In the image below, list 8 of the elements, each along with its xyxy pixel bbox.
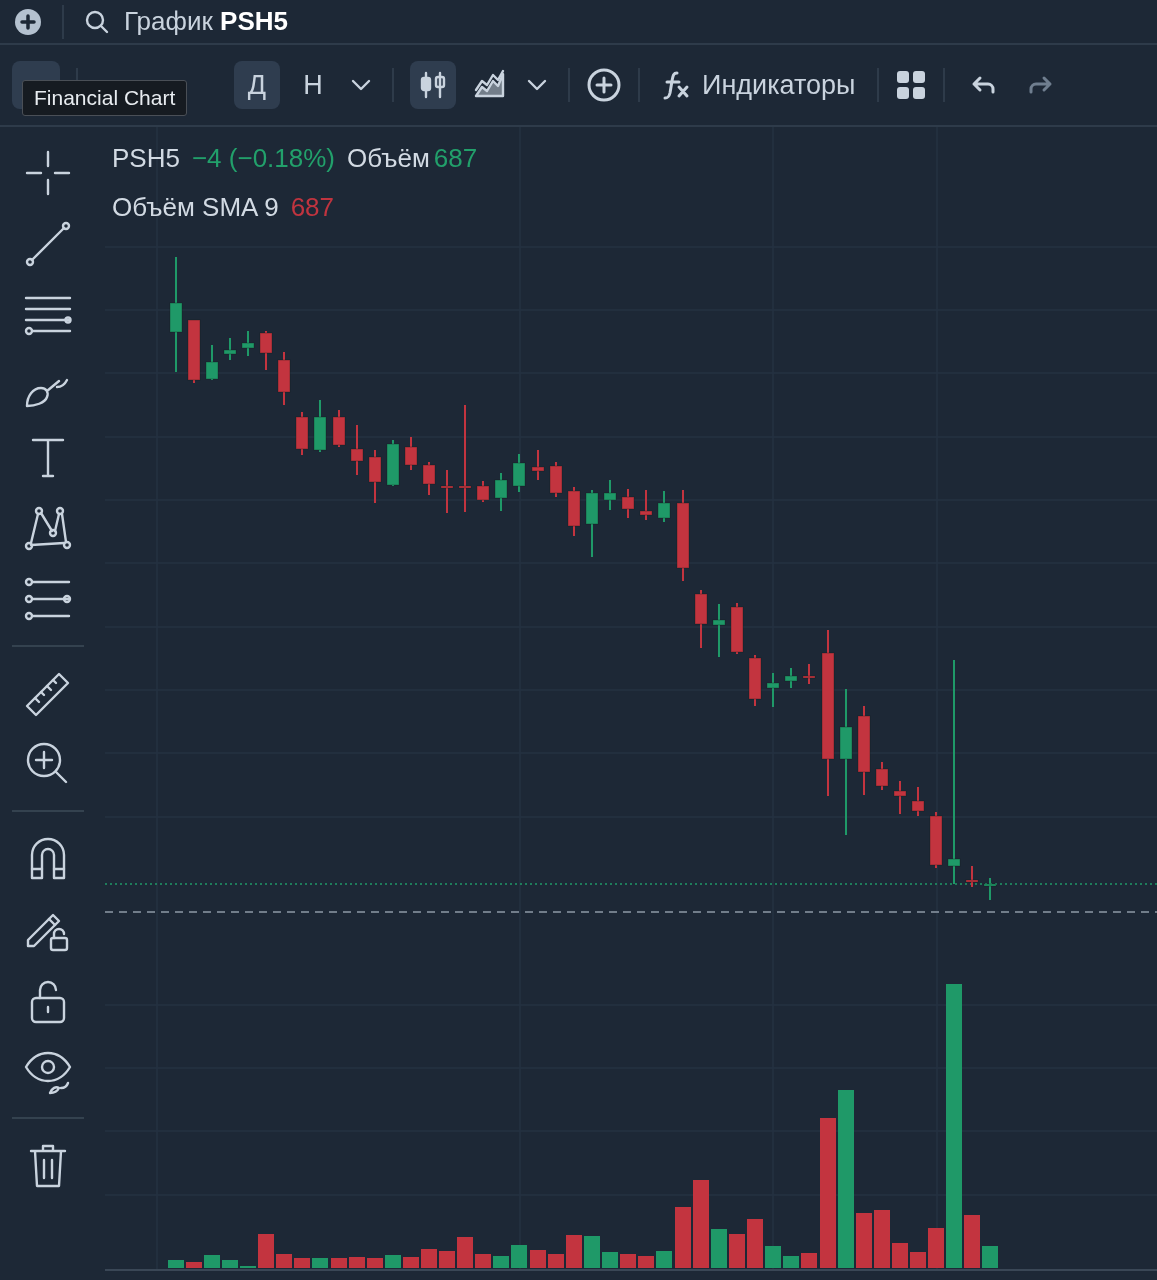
legend-value: Объём [347, 143, 430, 174]
legend-value: 687 [290, 192, 335, 223]
legend-label: PSH5 [112, 143, 180, 174]
chart-title: График PSH5 [124, 6, 288, 37]
legend-label: Объём SMA 9 [112, 192, 279, 223]
legend-value: −4 (−0.18%) [191, 143, 335, 174]
legend-value: 687 [433, 143, 478, 174]
tooltip: Financial Chart [22, 80, 188, 116]
